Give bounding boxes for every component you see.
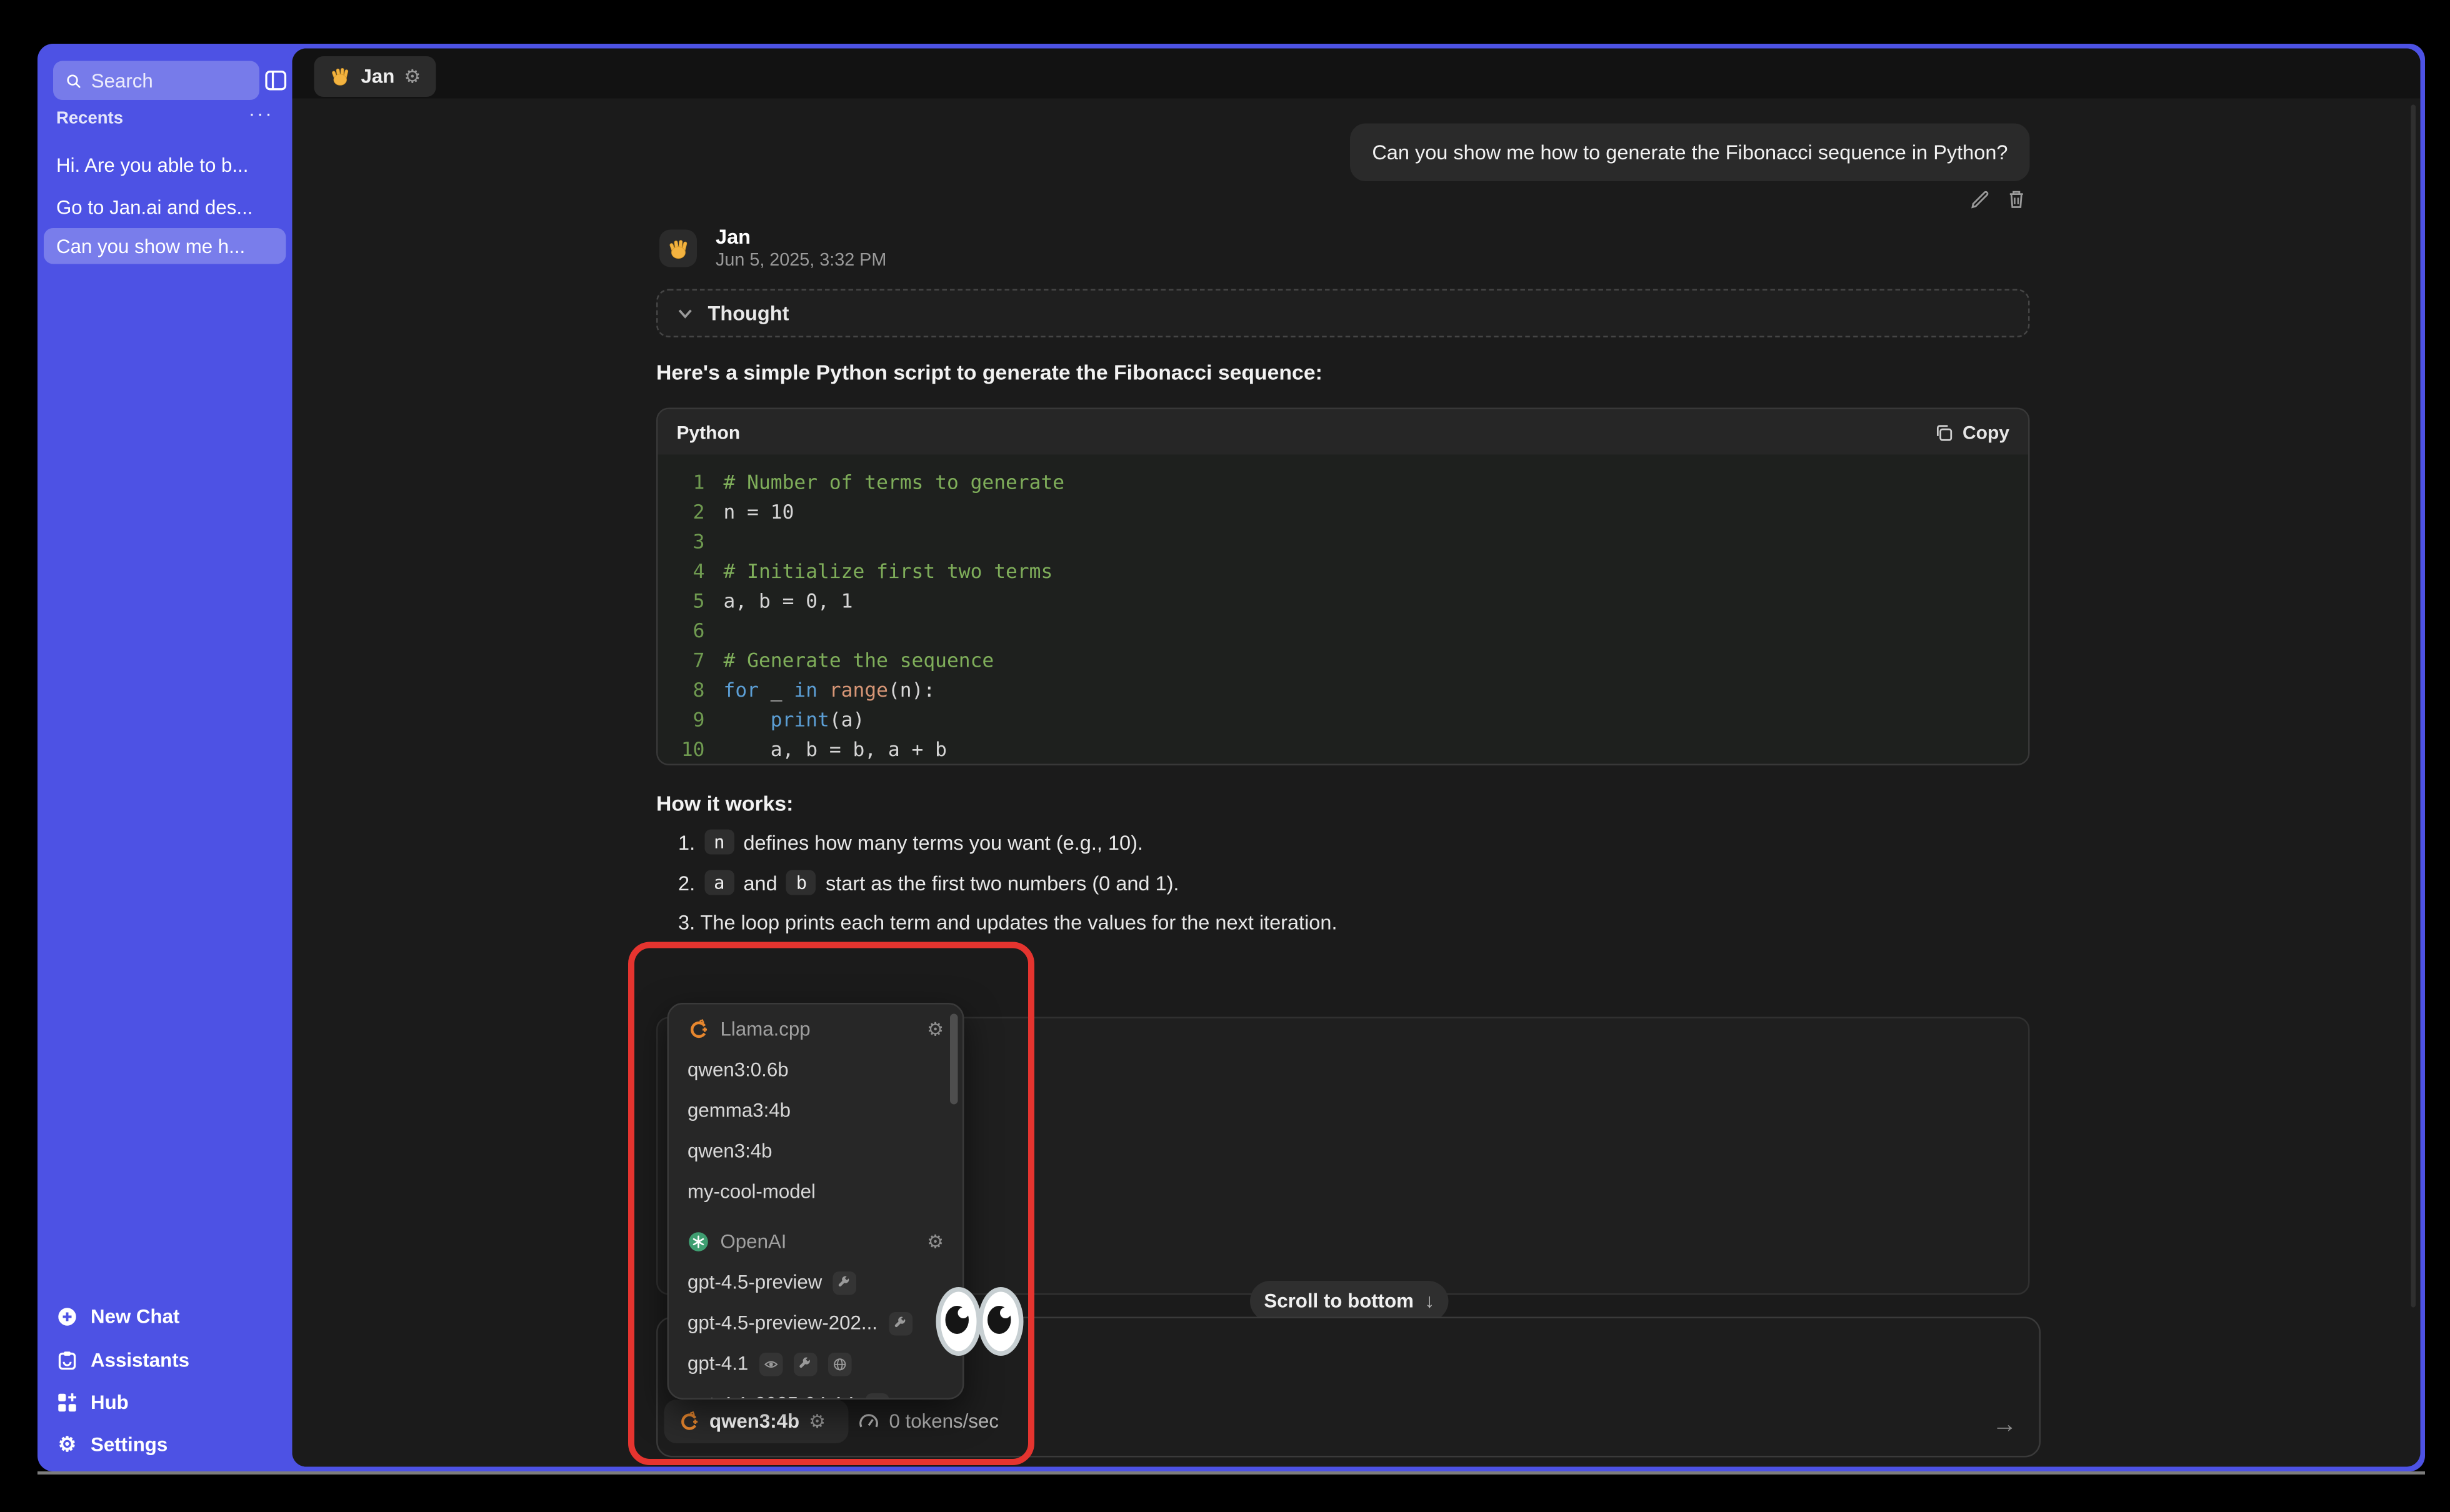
assistant-intro-text: Here's a simple Python script to generat… [656,361,1322,385]
model-selector-button[interactable]: qwen3:4b ⚙ [664,1400,849,1443]
model-option[interactable]: my-cool-model [669,1171,962,1212]
main-area: Jan ⚙ Can you show me how to generate th… [292,49,2421,1467]
recent-chat-item[interactable]: Hi. Are you able to b... [44,147,286,183]
wrench-icon [833,1271,857,1295]
token-speed-indicator: 0 tokens/sec [858,1400,999,1443]
model-option[interactable]: gemma3:4b [669,1090,962,1131]
wrench-icon [794,1352,818,1376]
recent-chat-item-selected[interactable]: Can you show me h... [44,228,286,264]
message-timestamp: Jun 5, 2025, 3:32 PM [716,252,886,271]
provider-settings-icon[interactable]: ⚙ [927,1018,944,1040]
model-option[interactable]: qwen3:4b [669,1131,962,1171]
recent-chat-item[interactable]: Go to Jan.ai and des... [44,189,286,226]
thought-label: Thought [708,302,789,326]
model-settings-icon[interactable]: ⚙ [809,1411,826,1433]
assistant-name: Jan [716,225,751,249]
app-window: Recents ··· Hi. Are you able to b... Go … [38,44,2425,1471]
code-content: 1# Number of terms to generate 2n = 10 3… [658,455,2029,766]
copy-button[interactable]: Copy [1934,421,2009,443]
wave-hand-icon [666,237,690,261]
code-block: Python Copy 1# Number of terms to genera… [656,408,2030,766]
model-option[interactable]: gpt-4.5-preview-202... [669,1303,962,1343]
recents-menu-button[interactable]: ··· [249,102,274,126]
delete-icon[interactable] [2006,189,2027,210]
how-it-works-heading: How it works: [656,792,793,816]
thought-toggle[interactable]: Thought [656,289,2030,338]
inline-code-a: a [704,870,734,895]
send-button[interactable]: → [1992,1412,2018,1440]
code-block-header: Python Copy [658,409,2029,455]
llamacpp-icon [688,1018,709,1040]
wrench-icon [866,1393,889,1400]
speedometer-icon [858,1411,880,1433]
inline-code-n: n [704,830,734,855]
provider-settings-icon[interactable]: ⚙ [927,1231,944,1253]
sidebar-item-settings[interactable]: ⚙ Settings [56,1430,168,1461]
sidebar-item-new-chat[interactable]: New Chat [56,1301,179,1333]
tab-jan[interactable]: Jan ⚙ [314,56,437,97]
list-item: 2. a and b start as the first two number… [678,870,1179,895]
model-option[interactable]: gpt-4.5-preview [669,1262,962,1303]
wrench-icon [888,1311,912,1335]
tab-gear-icon[interactable]: ⚙ [404,66,421,87]
model-option[interactable]: gpt-4.1 [669,1343,962,1384]
search-icon [66,71,82,90]
llamacpp-icon [678,1411,700,1433]
window-bottom-edge [38,1471,2425,1475]
list-item: 3. The loop prints each term and updates… [678,911,1337,935]
model-selector-dropdown: Llama.cpp ⚙ qwen3:0.6b gemma3:4b qwen3:4… [668,1003,964,1400]
globe-icon [828,1352,852,1376]
tab-title: Jan [361,66,395,87]
copy-icon [1934,422,1953,441]
wave-hand-icon [330,66,352,87]
model-option[interactable]: qwen3:0.6b [669,1050,962,1090]
provider-header-llamacpp: Llama.cpp ⚙ [669,1009,962,1050]
openai-icon [688,1231,709,1253]
edit-icon[interactable] [1971,189,1991,210]
chat-area: Can you show me how to generate the Fibo… [292,99,2421,1467]
sidebar: Recents ··· Hi. Are you able to b... Go … [38,44,292,1471]
search-box[interactable] [53,61,259,101]
assistants-icon [56,1350,78,1371]
new-chat-icon [56,1306,78,1328]
message-actions [1971,189,2027,210]
user-message: Can you show me how to generate the Fibo… [1350,124,2029,182]
screen: Recents ··· Hi. Are you able to b... Go … [0,0,2450,1512]
scroll-to-bottom-button[interactable]: Scroll to bottom ↓ [1250,1281,1449,1321]
settings-gear-icon: ⚙ [56,1434,78,1456]
arrow-down-icon: ↓ [1424,1290,1434,1312]
selected-model-name: qwen3:4b [709,1411,799,1433]
list-item: 1. n defines how many terms you want (e.… [678,830,1143,855]
sidebar-item-assistants[interactable]: Assistants [56,1345,189,1376]
sidebar-item-hub[interactable]: Hub [56,1387,129,1418]
hub-icon [56,1392,78,1414]
chevron-down-icon [677,305,694,322]
inline-code-b: b [787,870,816,895]
provider-header-openai: OpenAI ⚙ [669,1221,962,1262]
chat-scrollbar[interactable] [2411,105,2416,1308]
dropdown-scrollbar[interactable] [950,1014,958,1105]
assistant-avatar [659,230,697,267]
search-input[interactable] [91,69,247,91]
code-language-label: Python [677,421,741,443]
eye-icon [759,1352,783,1376]
eyes-emoji [936,1287,1027,1356]
recents-label: Recents [56,109,123,128]
sidebar-toggle-icon[interactable] [264,69,288,92]
model-option[interactable]: gpt-4.1-2025-04-14 [669,1384,962,1400]
tab-bar: Jan ⚙ [292,49,2421,99]
